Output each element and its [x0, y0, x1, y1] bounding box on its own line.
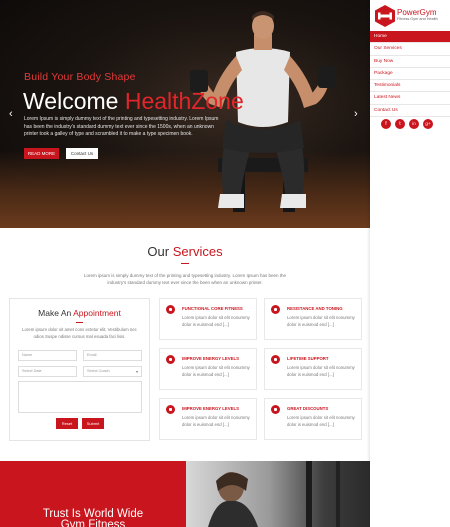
service-card[interactable]: GREAT DISCOUNTS Lorem ipsum dolor sit el…	[264, 398, 362, 440]
logo-icon[interactable]	[374, 5, 396, 27]
logo-tagline: Fitness Gym and Health	[397, 17, 438, 21]
sidebar-item-buy-now[interactable]: Buy Now	[370, 56, 450, 68]
read-more-button[interactable]: READ MORE	[24, 148, 59, 159]
sidebar-item-latest-news[interactable]: Latest News	[370, 92, 450, 105]
service-card[interactable]: IMPROVE ENERGY LEVELS Lorem ipsum dolor …	[159, 348, 257, 390]
services-title: Our Services	[0, 244, 370, 259]
google-plus-icon[interactable]: g+	[423, 119, 433, 129]
twitter-icon[interactable]: t	[395, 119, 405, 129]
chevron-right-icon[interactable]: ›	[354, 108, 358, 120]
weight-icon	[271, 305, 280, 314]
chevron-down-icon: ▾	[135, 369, 138, 374]
trainer-select[interactable]: Select Coach ▾	[83, 366, 142, 377]
service-card[interactable]: RESISTANCE AND TONING Lorem ipsum dolor …	[264, 298, 362, 340]
energy-icon	[166, 355, 175, 364]
services-divider	[181, 263, 189, 264]
woman-training-image	[208, 461, 340, 527]
message-field[interactable]	[18, 381, 142, 413]
appointment-title-main: Make An	[38, 308, 74, 318]
email-field[interactable]: Email	[83, 350, 142, 361]
date-field[interactable]: Select Date	[18, 366, 77, 377]
service-card-desc: Lorem ipsum dolor sit elit nonummy dolor…	[287, 365, 355, 377]
appointment-divider	[76, 322, 83, 323]
sidebar-nav: Home Our Services Buy Now Package Testim…	[370, 31, 450, 118]
name-field[interactable]: Name	[18, 350, 77, 361]
appointment-title: Make An Appointment	[10, 308, 149, 318]
sidebar-item-contact-us[interactable]: Contact Us	[370, 105, 450, 118]
trust-banner: Trust Is World Wide Gym Fitness	[0, 461, 186, 527]
sidebar: PowerGym Fitness Gym and Health Home Our…	[370, 0, 450, 527]
facebook-icon[interactable]: f	[381, 119, 391, 129]
hero-title: Welcome HealthZone	[23, 88, 244, 115]
service-card-desc: Lorem ipsum dolor sit elit nonummy dolor…	[287, 315, 355, 327]
dumbbell-icon	[166, 305, 175, 314]
logo-name[interactable]: PowerGym	[397, 8, 437, 17]
trust-heading: Trust Is World Wide Gym Fitness	[0, 508, 186, 527]
service-card-title: LIFETIME SUPPORT	[287, 356, 329, 361]
service-card-desc: Lorem ipsum dolor sit elit nonummy dolor…	[182, 415, 250, 427]
chevron-left-icon[interactable]: ‹	[9, 108, 13, 120]
service-card-title: FUNCTIONAL CORE FITNESS	[182, 306, 243, 311]
service-card-title: GREAT DISCOUNTS	[287, 406, 329, 411]
sidebar-footer-space	[370, 461, 450, 527]
service-card-title: IMPROVE ENERGY LEVELS	[182, 406, 239, 411]
service-card[interactable]: IMPROVE ENERGY LEVELS Lorem ipsum dolor …	[159, 398, 257, 440]
social-links: f t in g+	[381, 119, 441, 129]
sidebar-item-testimonials[interactable]: Testimonials	[370, 80, 450, 93]
appointment-title-accent: Appointment	[73, 308, 121, 318]
sidebar-item-package[interactable]: Package	[370, 68, 450, 81]
service-card-title: RESISTANCE AND TONING	[287, 306, 343, 311]
trust-heading-line2: Gym Fitness	[60, 519, 126, 527]
sidebar-item-our-services[interactable]: Our Services	[370, 43, 450, 56]
sidebar-item-home[interactable]: Home	[370, 31, 450, 44]
service-card[interactable]: FUNCTIONAL CORE FITNESS Lorem ipsum dolo…	[159, 298, 257, 340]
hero-title-main: Welcome	[23, 88, 125, 114]
appointment-description: Lorem ipsum dolor sit amet cons ectetur …	[22, 327, 137, 339]
hero-description: Lorem Ipsum is simply dummy text of the …	[24, 116, 219, 137]
service-card-desc: Lorem ipsum dolor sit elit nonummy dolor…	[182, 315, 250, 327]
service-card[interactable]: LIFETIME SUPPORT Lorem ipsum dolor sit e…	[264, 348, 362, 390]
appointment-form: Make An Appointment Lorem ipsum dolor si…	[9, 298, 150, 441]
hero-title-accent: HealthZone	[124, 88, 244, 114]
linkedin-icon[interactable]: in	[409, 119, 419, 129]
service-card-desc: Lorem ipsum dolor sit elit nonummy dolor…	[287, 415, 355, 427]
services-title-accent: Services	[172, 244, 223, 259]
service-card-title: IMPROVE ENERGY LEVELS	[182, 356, 239, 361]
discount-icon	[271, 405, 280, 414]
hero-banner: Build Your Body Shape Welcome HealthZone…	[0, 0, 370, 228]
trainer-select-value: Select Coach	[87, 369, 110, 373]
energy-icon	[166, 405, 175, 414]
hero-subtitle: Build Your Body Shape	[24, 71, 136, 83]
support-icon	[271, 355, 280, 364]
submit-button[interactable]: Submit	[82, 418, 104, 429]
service-card-desc: Lorem ipsum dolor sit elit nonummy dolor…	[182, 365, 250, 377]
services-description: Lorem ipsum is simply dummy text of the …	[83, 273, 286, 285]
reset-button[interactable]: Reset	[56, 418, 78, 429]
fitness-photo	[186, 461, 370, 527]
contact-us-button[interactable]: Contact Us	[66, 148, 98, 159]
services-title-main: Our	[147, 244, 173, 259]
